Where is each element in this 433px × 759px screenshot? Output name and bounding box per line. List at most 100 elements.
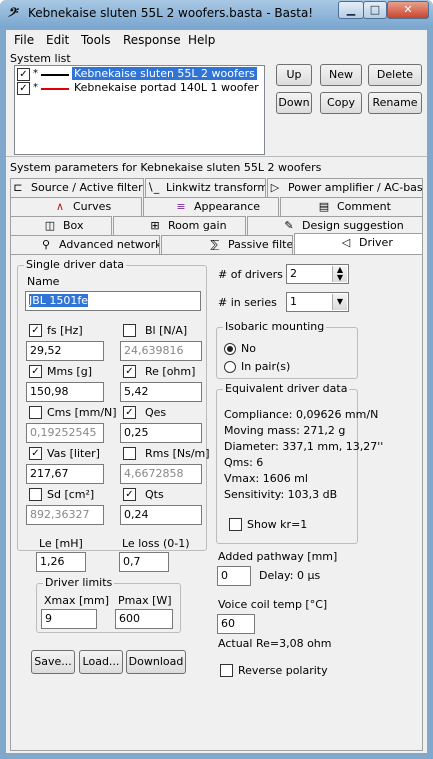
divider <box>6 156 427 157</box>
rms-input[interactable]: 4,6672858 <box>120 464 202 484</box>
modified-star: * <box>33 68 38 79</box>
down-button[interactable]: Down <box>276 92 312 114</box>
pencil-icon: ✎ <box>284 219 294 232</box>
tab-curves[interactable]: ∧ Curves <box>10 197 142 216</box>
sd-input[interactable]: 892,36327 <box>26 505 104 525</box>
tab-passive-filter[interactable]: ⅀ Passive filter <box>161 235 293 254</box>
vmax-text: Vmax: 1606 ml <box>224 472 308 485</box>
driver-name-input[interactable]: JBL 1501fe <box>25 291 201 311</box>
tab-label: Linkwitz transform <box>166 181 266 194</box>
bl-checkbox[interactable] <box>123 324 136 337</box>
system-name: Kebnekaise portad 140L 1 woofer <box>74 81 259 94</box>
bl-input[interactable]: 24,639816 <box>120 341 202 361</box>
tab-comment[interactable]: ▤ Comment <box>280 197 423 216</box>
up-button[interactable]: Up <box>276 64 312 86</box>
title-bar[interactable]: 𝄢 Kebnekaise sluten 55L 2 woofers.basta … <box>0 0 433 28</box>
isobaric-no-radio[interactable] <box>224 343 236 355</box>
qes-label: Qes <box>145 406 167 419</box>
isobaric-pairs-radio[interactable] <box>224 361 236 373</box>
menu-tools[interactable]: Tools <box>81 33 111 47</box>
minimize-button[interactable]: ▁ <box>338 1 364 19</box>
le-label: Le [mH] <box>38 537 84 550</box>
vas-input[interactable]: 217,67 <box>26 464 104 484</box>
cms-checkbox[interactable] <box>29 406 42 419</box>
system-list[interactable]: ✓ * Kebnekaise sluten 55L 2 woofers ✓ * … <box>14 65 265 155</box>
cms-label: Cms [mm/N] <box>47 406 117 419</box>
mms-checkbox[interactable]: ✓ <box>29 365 42 378</box>
list-item[interactable]: ✓ * Kebnekaise sluten 55L 2 woofers <box>17 67 262 82</box>
rms-label: Rms [Ns/m] <box>145 447 210 460</box>
fs-label: fs [Hz] <box>47 324 83 337</box>
pmax-input[interactable]: 600 <box>115 609 173 629</box>
qts-checkbox[interactable]: ✓ <box>123 488 136 501</box>
chevron-down-icon[interactable]: ▼ <box>332 294 347 310</box>
new-button[interactable]: New <box>320 64 362 86</box>
reverse-polarity-checkbox[interactable] <box>220 664 233 677</box>
fs-input[interactable]: 29,52 <box>26 341 104 361</box>
rms-checkbox[interactable] <box>123 447 136 460</box>
qes-checkbox[interactable]: ✓ <box>123 406 136 419</box>
close-button[interactable]: ✕ <box>387 1 429 19</box>
cms-input[interactable]: 0,19252545 <box>26 423 104 443</box>
tab-label: Box <box>63 219 84 232</box>
menu-file[interactable]: File <box>14 33 34 47</box>
tab-driver[interactable]: ◁ Driver <box>294 233 423 254</box>
tab-box[interactable]: ◫ Box <box>10 216 112 235</box>
driver-panel: Single driver data Name JBL 1501fe ✓ fs … <box>10 254 423 751</box>
num-drivers-value: 2 <box>290 267 297 280</box>
window-title: Kebnekaise sluten 55L 2 woofers.basta - … <box>28 6 314 20</box>
in-series-select[interactable]: 1 ▼ <box>286 292 349 312</box>
fs-checkbox[interactable]: ✓ <box>29 324 42 337</box>
vas-checkbox[interactable]: ✓ <box>29 447 42 460</box>
isobaric-pairs-label: In pair(s) <box>241 360 291 373</box>
mms-input[interactable]: 150,98 <box>26 382 104 402</box>
tab-linkwitz-transform[interactable]: ∖_ Linkwitz transform <box>145 178 266 197</box>
tab-label: Curves <box>73 200 112 213</box>
rename-button[interactable]: Rename <box>368 92 422 114</box>
driver-name-text: JBL 1501fe <box>29 294 89 307</box>
spin-arrows-icon[interactable]: ▲ ▼ <box>332 266 347 282</box>
le-loss-input[interactable]: 0,7 <box>119 552 169 572</box>
network-icon: ⚲ <box>41 238 51 251</box>
tab-power-amplifier[interactable]: ▷ Power amplifier / AC-bass <box>267 178 423 197</box>
menu-response[interactable]: Response <box>123 33 181 47</box>
xmax-label: Xmax [mm] <box>44 594 110 607</box>
system-visible-checkbox[interactable]: ✓ <box>17 68 30 81</box>
tab-room-gain[interactable]: ⊞ Room gain <box>113 216 246 235</box>
pathway-input[interactable]: 0 <box>217 566 251 586</box>
box-icon: ◫ <box>44 219 56 232</box>
num-drivers-spinner[interactable]: 2 ▲ ▼ <box>286 264 349 284</box>
show-kr-label: Show kr=1 <box>247 518 308 531</box>
re-checkbox[interactable]: ✓ <box>123 365 136 378</box>
tab-advanced-network[interactable]: ⚲ Advanced network <box>10 235 160 254</box>
tab-appearance[interactable]: ≡ Appearance <box>143 197 279 216</box>
save-button[interactable]: Save... <box>31 650 75 674</box>
tab-source-active-filter[interactable]: ⊏ Source / Active filter <box>10 178 144 197</box>
speaker-icon: ⊏ <box>13 181 23 194</box>
show-kr-checkbox[interactable] <box>229 518 242 531</box>
le-input[interactable]: 1,26 <box>36 552 86 572</box>
tab-row-1: ⊏ Source / Active filter ∖_ Linkwitz trans… <box>10 178 423 197</box>
qts-input[interactable]: 0,24 <box>120 505 202 525</box>
in-series-label: # in series <box>218 296 277 309</box>
coil-temp-input[interactable]: 60 <box>217 614 255 634</box>
copy-button[interactable]: Copy <box>320 92 362 114</box>
xmax-input[interactable]: 9 <box>41 609 97 629</box>
system-visible-checkbox[interactable]: ✓ <box>17 82 30 95</box>
qms-text: Qms: 6 <box>224 456 264 469</box>
client-area: System list ✓ * Kebnekaise sluten 55L 2 … <box>6 50 427 753</box>
maximize-button[interactable]: □ <box>363 1 387 19</box>
group-title: Equivalent driver data <box>223 382 350 395</box>
re-input[interactable]: 5,42 <box>120 382 202 402</box>
room-icon: ⊞ <box>150 219 160 232</box>
load-button[interactable]: Load... <box>79 650 123 674</box>
app-window: 𝄢 Kebnekaise sluten 55L 2 woofers.basta … <box>0 0 433 759</box>
download-button[interactable]: Download <box>126 650 186 674</box>
tab-row-2: ∧ Curves ≡ Appearance ▤ Comment <box>10 197 423 216</box>
list-item[interactable]: ✓ * Kebnekaise portad 140L 1 woofer <box>17 81 262 96</box>
menu-help[interactable]: Help <box>188 33 215 47</box>
qes-input[interactable]: 0,25 <box>120 423 202 443</box>
sd-checkbox[interactable] <box>29 488 42 501</box>
delete-button[interactable]: Delete <box>368 64 422 86</box>
menu-edit[interactable]: Edit <box>46 33 69 47</box>
